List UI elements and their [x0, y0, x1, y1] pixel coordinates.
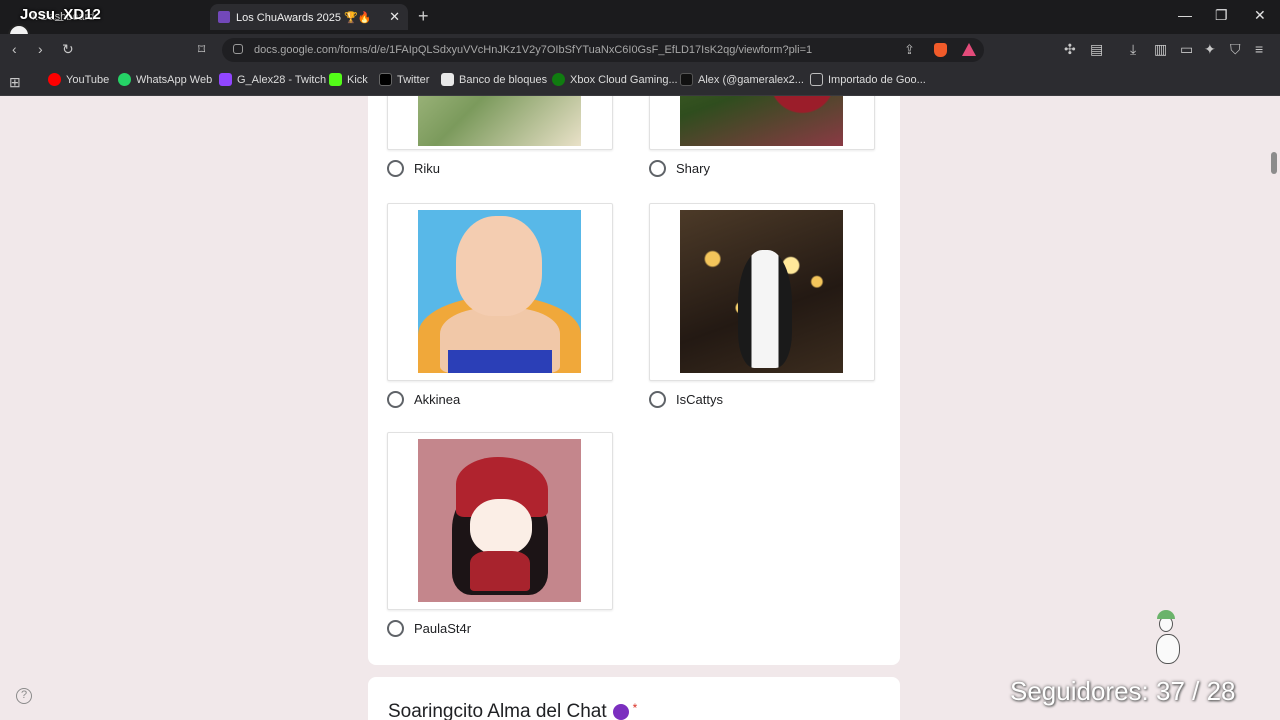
option-image	[649, 203, 875, 381]
shary-image	[680, 96, 843, 146]
option-label: Shary	[676, 161, 710, 176]
tab-label: Los ChuAwards 2025 🏆🔥	[236, 11, 372, 24]
kick-icon	[329, 73, 342, 86]
paulast4r-image	[418, 439, 581, 602]
reader-icon[interactable]: ▤	[1090, 41, 1103, 58]
xbox-icon	[552, 73, 565, 86]
download-icon[interactable]: ⤓	[1130, 41, 1136, 58]
menu-icon[interactable]: ≡	[1255, 41, 1263, 57]
minimize-icon[interactable]: —	[1178, 7, 1192, 23]
radio-button[interactable]	[649, 391, 666, 408]
radio-button[interactable]	[387, 391, 404, 408]
tab-strip: k Dashboard Los ChuAwards 2025 🏆🔥 ✕ + — …	[0, 0, 1280, 34]
option-label: Riku	[414, 161, 441, 176]
streamer-name: Josu_XD12	[20, 6, 101, 23]
browser-toolbar: ‹ › ↻ ⌑ docs.google.com/forms/d/e/1FAIpQ…	[0, 34, 1280, 66]
duck-mascot-icon	[1150, 610, 1184, 672]
option-shary[interactable]: Shary	[649, 96, 875, 177]
followers-counter: Seguidores: 37 / 28	[1010, 676, 1236, 706]
option-paulast4r[interactable]: PaulaSt4r	[387, 432, 613, 637]
bookmark-whatsapp[interactable]: WhatsApp Web	[118, 73, 212, 86]
required-mark: *	[632, 701, 638, 715]
forward-icon[interactable]: ›	[38, 41, 43, 57]
brave-rewards-icon[interactable]	[962, 43, 976, 56]
option-label: IsCattys	[676, 392, 723, 407]
site-info-icon[interactable]	[233, 44, 243, 54]
twitch-icon	[219, 73, 232, 86]
address-bar[interactable]: docs.google.com/forms/d/e/1FAIpQLSdxyuVV…	[222, 38, 984, 62]
sidebar-icon[interactable]: ▥	[1154, 41, 1167, 58]
option-label: Akkinea	[414, 392, 461, 407]
scrollbar-thumb[interactable]	[1271, 152, 1277, 174]
option-akkinea[interactable]: Akkinea	[387, 203, 613, 408]
share-icon[interactable]: ⇪	[904, 42, 915, 58]
vpn-icon[interactable]: ⛉	[1230, 41, 1241, 58]
emoji-icon	[612, 703, 629, 720]
bookmark-folder-imported[interactable]: Importado de Goo...	[810, 73, 926, 86]
form-page: Riku Shary Akkinea IsCattys PaulaSt4r So…	[0, 96, 1280, 720]
whatsapp-icon	[118, 73, 131, 86]
option-iscattys[interactable]: IsCattys	[649, 203, 875, 408]
radio-button[interactable]	[387, 160, 404, 177]
choice-row[interactable]: Shary	[649, 160, 875, 177]
option-label: PaulaSt4r	[414, 621, 472, 636]
iscattys-image	[680, 210, 843, 373]
restore-icon[interactable]: ❐	[1215, 7, 1228, 24]
help-icon[interactable]: ?	[16, 688, 32, 704]
page-scrollbar[interactable]	[1268, 96, 1280, 720]
apps-grid-icon[interactable]: ⊞	[9, 74, 21, 91]
choice-row[interactable]: Akkinea	[387, 391, 613, 408]
tab-chuawards[interactable]: Los ChuAwards 2025 🏆🔥 ✕	[210, 4, 408, 30]
leo-ai-icon[interactable]: ✦	[1204, 41, 1216, 58]
extensions-icon[interactable]: ✣	[1064, 41, 1076, 58]
block-icon	[441, 73, 454, 86]
option-image	[387, 203, 613, 381]
bookmark-twitter[interactable]: Twitter	[379, 73, 429, 86]
option-image	[387, 432, 613, 610]
back-icon[interactable]: ‹	[12, 41, 17, 57]
google-forms-icon	[218, 11, 230, 23]
riku-image	[418, 96, 581, 146]
akkinea-image	[418, 210, 581, 373]
folder-icon	[810, 73, 823, 86]
close-icon[interactable]: ✕	[1254, 7, 1266, 24]
option-image	[387, 96, 613, 150]
bookmark-youtube[interactable]: YouTube	[48, 73, 109, 86]
choice-row[interactable]: PaulaSt4r	[387, 620, 613, 637]
option-riku[interactable]: Riku	[387, 96, 613, 177]
brave-shields-icon[interactable]	[934, 43, 947, 57]
bookmark-kick[interactable]: Kick	[329, 73, 368, 86]
radio-button[interactable]	[649, 160, 666, 177]
question-card: Riku Shary Akkinea IsCattys PaulaSt4r	[368, 96, 900, 665]
choice-row[interactable]: Riku	[387, 160, 613, 177]
tiktok-icon	[680, 73, 693, 86]
next-question-card: Soaringcito Alma del Chat *	[368, 677, 900, 720]
question-title: Soaringcito Alma del Chat *	[388, 701, 638, 720]
bookmark-icon[interactable]: ⌑	[198, 41, 205, 58]
bookmark-banco-de-bloques[interactable]: Banco de bloques	[441, 73, 547, 86]
radio-button[interactable]	[387, 620, 404, 637]
tab-close-icon[interactable]: ✕	[389, 9, 400, 25]
bookmark-twitch[interactable]: G_Alex28 - Twitch	[219, 73, 326, 86]
url-text[interactable]: docs.google.com/forms/d/e/1FAIpQLSdxyuVV…	[254, 44, 812, 56]
x-twitter-icon	[379, 73, 392, 86]
bookmark-tiktok[interactable]: Alex (@gameralex2...	[680, 73, 804, 86]
reload-icon[interactable]: ↻	[62, 41, 74, 58]
bookmark-xbox-cloud[interactable]: Xbox Cloud Gaming...	[552, 73, 678, 86]
bookmarks-bar: ⊞ YouTube WhatsApp Web G_Alex28 - Twitch…	[0, 66, 1280, 96]
wallet-icon[interactable]: ▭	[1180, 41, 1193, 58]
youtube-icon	[48, 73, 61, 86]
new-tab-button[interactable]: +	[418, 6, 429, 27]
choice-row[interactable]: IsCattys	[649, 391, 875, 408]
option-image	[649, 96, 875, 150]
